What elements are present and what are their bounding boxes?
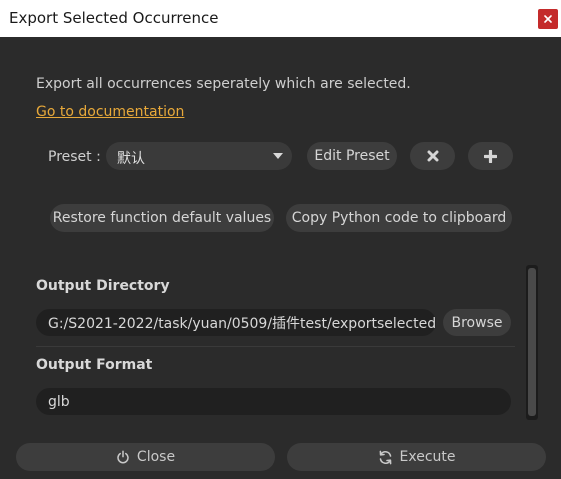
execute-label: Execute (399, 449, 456, 465)
title-bar: Export Selected Occurrence (0, 0, 561, 37)
copy-python-button[interactable]: Copy Python code to clipboard (286, 204, 512, 232)
restore-defaults-button[interactable]: Restore function default values (50, 204, 274, 232)
preset-selected-value: 默认 (117, 151, 145, 167)
browse-button[interactable]: Browse (443, 309, 511, 336)
description-text: Export all occurrences seperately which … (36, 76, 411, 92)
close-button[interactable]: Close (16, 443, 275, 471)
caret-down-icon (273, 153, 283, 159)
edit-preset-label: Edit Preset (314, 148, 390, 164)
delete-preset-button[interactable] (410, 142, 455, 170)
x-icon (427, 150, 438, 162)
close-icon (544, 15, 552, 23)
preset-dropdown[interactable]: 默认 (106, 142, 292, 170)
power-icon (117, 450, 129, 464)
restore-defaults-label: Restore function default values (52, 210, 272, 226)
documentation-link[interactable]: Go to documentation (36, 104, 184, 120)
output-format-title: Output Format (36, 357, 153, 373)
plus-icon (484, 149, 497, 163)
output-directory-value: G:/S2021-2022/task/yuan/0509/插件test/expo… (48, 315, 436, 332)
edit-preset-button[interactable]: Edit Preset (307, 142, 397, 170)
window-close-button[interactable] (538, 9, 558, 29)
scrollbar[interactable] (526, 265, 538, 420)
execute-button[interactable]: Execute (287, 443, 546, 471)
add-preset-button[interactable] (468, 142, 513, 170)
output-directory-field[interactable]: G:/S2021-2022/task/yuan/0509/插件test/expo… (36, 309, 436, 336)
browse-label: Browse (451, 314, 503, 331)
refresh-icon (379, 450, 391, 464)
scrollbar-thumb[interactable] (528, 268, 536, 416)
output-format-field[interactable]: glb (36, 388, 511, 415)
close-label: Close (136, 449, 176, 465)
window-title: Export Selected Occurrence (9, 9, 219, 27)
copy-python-label: Copy Python code to clipboard (291, 210, 507, 226)
output-format-value: glb (48, 393, 70, 410)
output-directory-title: Output Directory (36, 278, 170, 294)
preset-label: Preset : (48, 149, 101, 165)
section-divider (36, 346, 515, 347)
